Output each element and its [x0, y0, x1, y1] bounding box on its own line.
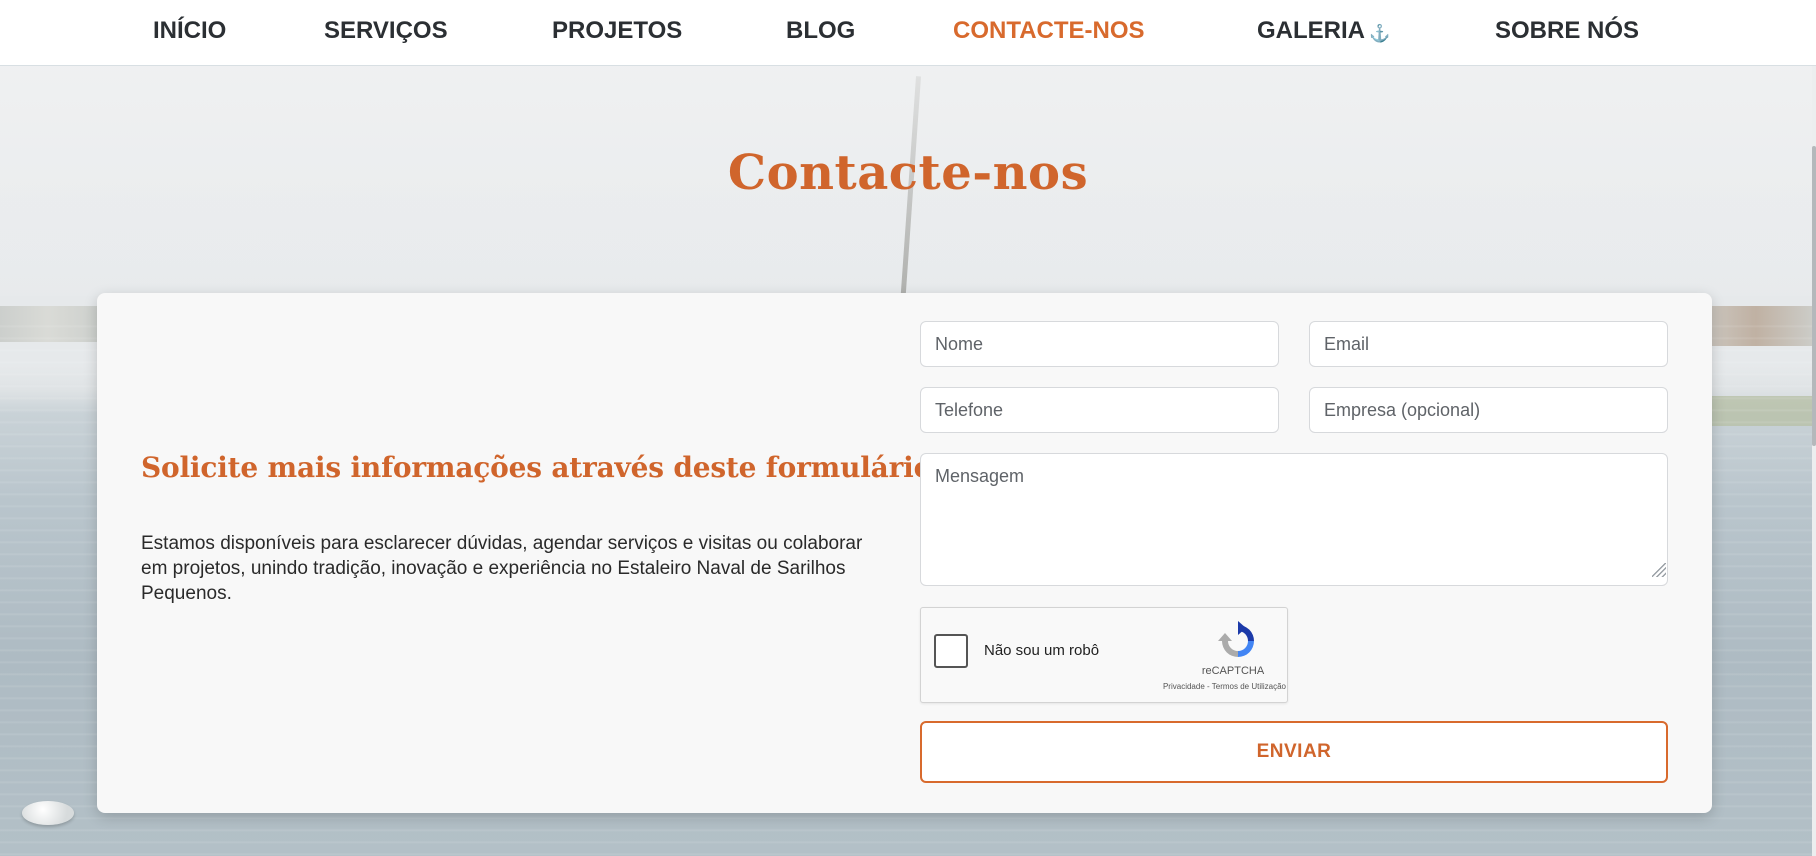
- submit-button[interactable]: ENVIAR: [920, 721, 1668, 783]
- recaptcha-brand: reCAPTCHA: [1201, 665, 1265, 677]
- phone-field[interactable]: [920, 387, 1279, 433]
- nav-item-galeria-label: GALERIA: [1257, 17, 1365, 44]
- nav-item-galeria[interactable]: GALERIA ⚓: [1257, 17, 1390, 45]
- nav-item-projetos[interactable]: PROJETOS: [552, 17, 682, 45]
- recaptcha-privacy-link[interactable]: Privacidade: [1163, 682, 1205, 691]
- contact-card: Solicite mais informações através deste …: [97, 293, 1712, 813]
- recaptcha-links-separator: -: [1204, 682, 1212, 691]
- company-field[interactable]: [1309, 387, 1668, 433]
- recaptcha-links: Privacidade - Termos de Utilização: [1116, 682, 1286, 691]
- nav-item-inicio[interactable]: INÍCIO: [153, 17, 226, 45]
- name-field[interactable]: [920, 321, 1279, 367]
- recaptcha-logo-icon: [1218, 621, 1254, 657]
- intro-heading: Solicite mais informações através deste …: [141, 451, 942, 484]
- recaptcha-label: Não sou um robô: [984, 642, 1100, 659]
- email-field[interactable]: [1309, 321, 1668, 367]
- anchor-icon: ⚓: [1369, 24, 1391, 43]
- recaptcha-checkbox[interactable]: [934, 634, 968, 668]
- nav-item-servicos[interactable]: SERVIÇOS: [324, 17, 448, 45]
- message-field[interactable]: [920, 453, 1668, 586]
- buoy: [22, 801, 74, 825]
- intro-text: Estamos disponíveis para esclarecer dúvi…: [141, 533, 863, 604]
- top-navigation: INÍCIO SERVIÇOS PROJETOS BLOG CONTACTE-N…: [0, 0, 1816, 66]
- nav-item-sobre-nos[interactable]: SOBRE NÓS: [1495, 17, 1639, 45]
- recaptcha-widget: Não sou um robô reCAPTCHA Privacidade - …: [920, 607, 1288, 703]
- page-title: Contacte-nos: [727, 145, 1089, 201]
- nav-item-contacte-nos[interactable]: CONTACTE-NOS: [953, 17, 1145, 45]
- recaptcha-terms-link[interactable]: Termos de Utilização: [1212, 682, 1286, 691]
- textarea-resize-handle[interactable]: [1652, 563, 1666, 577]
- nav-item-blog[interactable]: BLOG: [786, 17, 855, 45]
